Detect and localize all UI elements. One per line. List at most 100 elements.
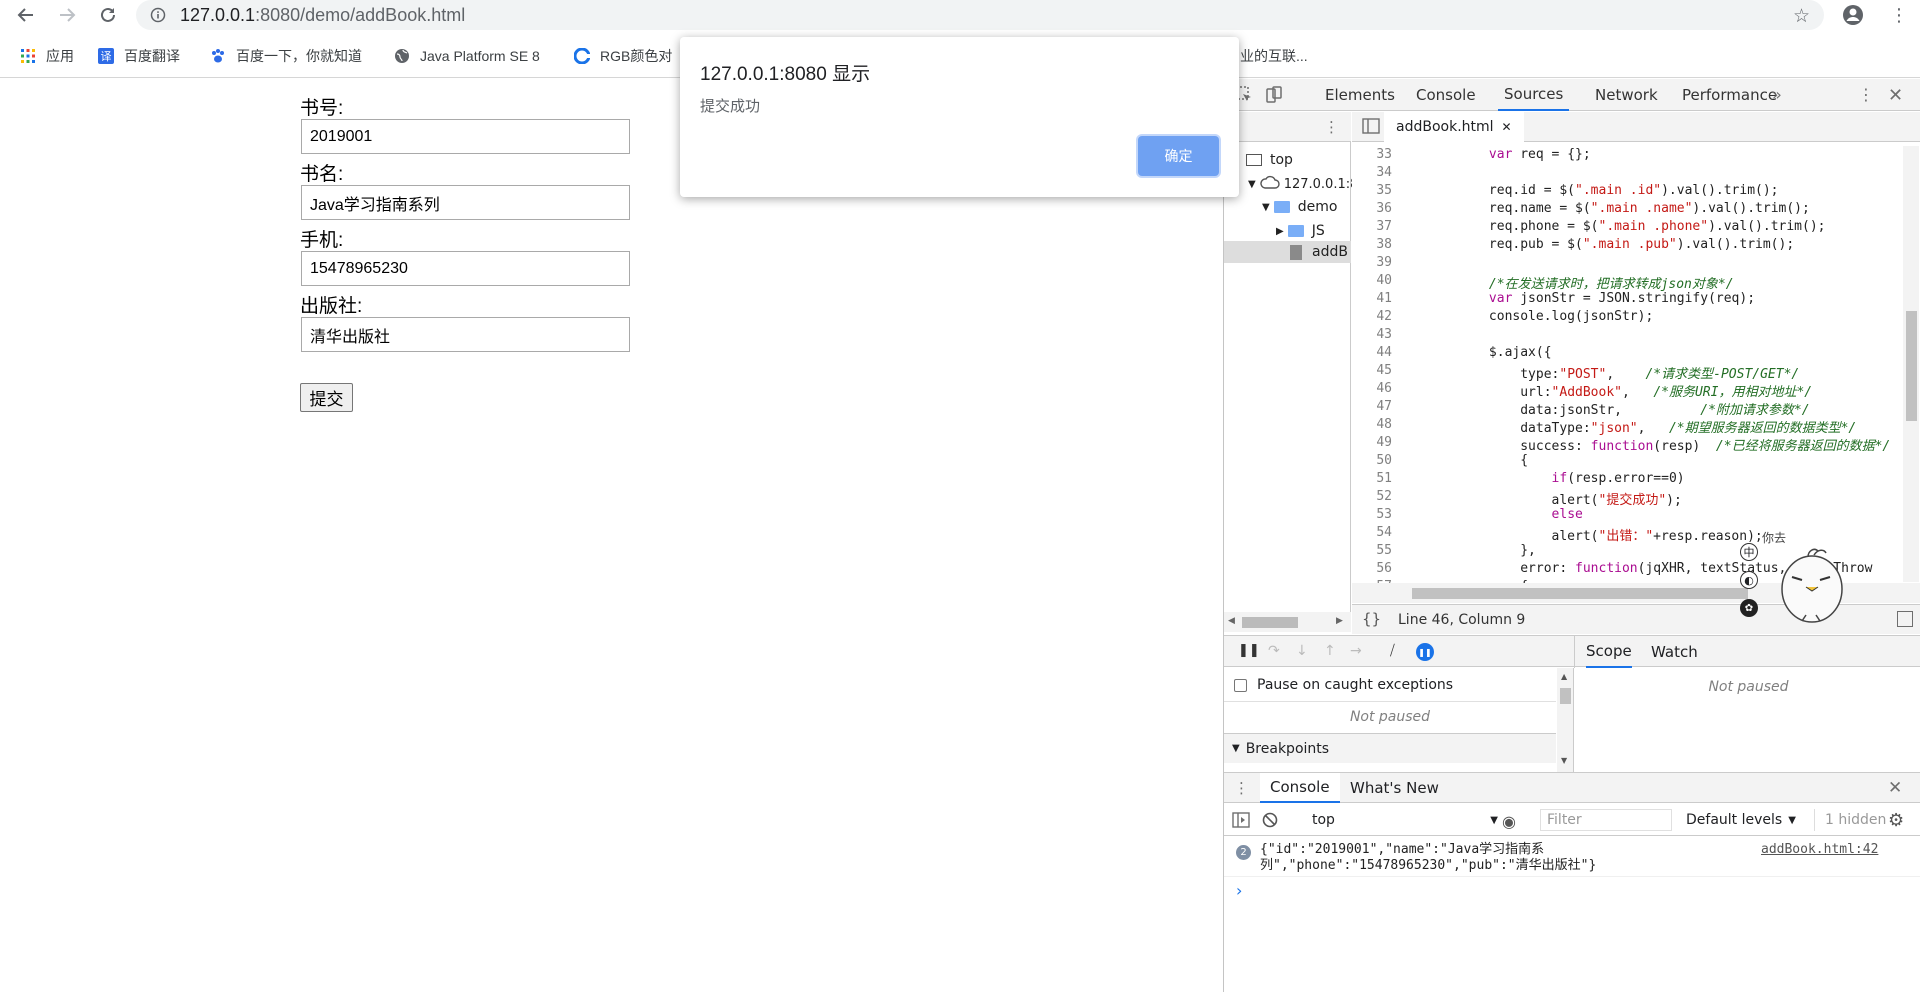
code-line[interactable]: success: function(resp) /*已经将服务器返回的数据*/ [1395, 435, 1890, 454]
editor-tab-addbook[interactable]: addBook.html ✕ [1384, 112, 1524, 142]
tab-scope[interactable]: Scope [1586, 636, 1632, 668]
console-settings-gear-icon[interactable]: ⚙ [1888, 810, 1904, 831]
tab-sources[interactable]: Sources [1498, 79, 1570, 111]
line-number[interactable]: 46 [1352, 381, 1392, 396]
scroll-thumb[interactable] [1242, 617, 1298, 628]
drawer-tab-console[interactable]: Console [1260, 773, 1340, 803]
tab-performance[interactable]: Performance [1682, 79, 1777, 111]
line-number[interactable]: 56 [1352, 561, 1392, 576]
line-number[interactable]: 50 [1352, 453, 1392, 468]
line-number[interactable]: 52 [1352, 489, 1392, 504]
address-bar[interactable]: 127.0.0.1:8080/demo/addBook.html ☆ [136, 0, 1824, 30]
line-number[interactable]: 38 [1352, 237, 1392, 252]
filter-input[interactable]: Filter [1540, 809, 1672, 831]
line-number[interactable]: 41 [1352, 291, 1392, 306]
line-number[interactable]: 53 [1352, 507, 1392, 522]
bookmark-truncated[interactable]: 业的互联... [1240, 42, 1308, 70]
eye-icon[interactable]: ◉ [1502, 812, 1516, 831]
menu-kebab-icon[interactable]: ⋮ [1886, 2, 1912, 28]
device-toolbar-icon[interactable] [1264, 85, 1284, 105]
step-into-icon[interactable]: ↓ [1296, 643, 1308, 659]
bookmark-baidu-translate[interactable]: 译百度翻译 [98, 42, 180, 70]
line-number[interactable]: 44 [1352, 345, 1392, 360]
pause-on-exceptions-icon[interactable]: ❚❚ [1416, 643, 1434, 661]
line-number[interactable]: 55 [1352, 543, 1392, 558]
code-line[interactable]: type:"POST", /*请求类型-POST/GET*/ [1395, 363, 1799, 382]
book-name-input[interactable]: Java学习指南系列 [301, 185, 630, 220]
context-select[interactable]: top ▼ [1312, 809, 1502, 831]
tree-item-host[interactable]: ▼ 127.0.0.1:8 [1248, 175, 1358, 193]
tree-item-js[interactable]: ▶ JS [1276, 223, 1325, 239]
mascot-sticker[interactable]: 你去 中 ◐ ✿ [1740, 529, 1912, 639]
line-number[interactable]: 39 [1352, 255, 1392, 270]
tab-elements[interactable]: Elements [1325, 79, 1395, 111]
bookmark-rgb[interactable]: RGB颜色对 [574, 42, 672, 70]
left-pane-vscroll[interactable]: ▲ ▼ [1557, 668, 1573, 772]
publisher-input[interactable]: 清华出版社 [301, 317, 630, 352]
code-line[interactable]: alert("提交成功"); [1395, 489, 1682, 508]
code-line[interactable]: var jsonStr = JSON.stringify(req); [1395, 291, 1755, 306]
code-line[interactable]: if(resp.error==0) [1395, 471, 1685, 486]
line-number[interactable]: 43 [1352, 327, 1392, 342]
line-number[interactable]: 48 [1352, 417, 1392, 432]
phone-input[interactable]: 15478965230 [301, 251, 630, 286]
reload-icon[interactable] [95, 2, 121, 28]
line-number[interactable]: 49 [1352, 435, 1392, 450]
code-line[interactable]: var req = {}; [1395, 147, 1591, 162]
code-line[interactable]: dataType:"json", /*期望服务器返回的数据类型*/ [1395, 417, 1856, 436]
book-id-input[interactable]: 2019001 [301, 119, 630, 154]
show-sidebar-icon[interactable] [1232, 812, 1250, 828]
tree-item-top[interactable]: top [1246, 152, 1293, 168]
tab-network[interactable]: Network [1595, 79, 1658, 111]
clear-console-icon[interactable] [1262, 812, 1278, 828]
scroll-thumb[interactable] [1560, 688, 1571, 704]
tree-item-demo[interactable]: ▼ demo [1262, 199, 1337, 215]
step-icon[interactable]: → [1350, 643, 1362, 659]
alert-ok-button[interactable]: 确定 [1138, 136, 1219, 176]
bookmark-apps[interactable]: 应用 [20, 42, 74, 70]
code-line[interactable]: alert("出错："+resp.reason); [1395, 525, 1763, 544]
code-line[interactable]: req.phone = $(".main .phone").val().trim… [1395, 219, 1826, 234]
scroll-right-icon[interactable]: ▶ [1336, 616, 1343, 626]
line-number[interactable]: 40 [1352, 273, 1392, 288]
line-number[interactable]: 42 [1352, 309, 1392, 324]
pause-caught-checkbox[interactable] [1234, 678, 1247, 692]
pause-caught-row[interactable]: Pause on caught exceptions [1234, 677, 1453, 693]
close-drawer-icon[interactable]: ✕ [1888, 778, 1902, 798]
info-icon[interactable] [150, 7, 166, 27]
code-line[interactable]: { [1395, 453, 1528, 468]
deactivate-breakpoints-icon[interactable]: ⧸ [1390, 643, 1395, 659]
code-line[interactable]: $.ajax({ [1395, 345, 1552, 360]
tab-console[interactable]: Console [1416, 79, 1476, 111]
code-line[interactable]: req.name = $(".main .name").val().trim()… [1395, 201, 1810, 216]
breakpoints-section[interactable]: ▼ Breakpoints [1224, 733, 1556, 763]
pause-icon[interactable]: ❚❚ [1238, 643, 1260, 658]
back-icon[interactable] [13, 2, 39, 28]
line-number[interactable]: 35 [1352, 183, 1392, 198]
code-line[interactable]: }, [1395, 543, 1536, 558]
line-number[interactable]: 51 [1352, 471, 1392, 486]
line-number[interactable]: 45 [1352, 363, 1392, 378]
tab-watch[interactable]: Watch [1651, 636, 1698, 668]
log-source-link[interactable]: addBook.html:42 [1761, 842, 1878, 857]
moon-icon[interactable]: ◐ [1740, 571, 1758, 589]
drawer-tab-whats-new[interactable]: What's New [1350, 773, 1439, 803]
submit-button[interactable]: 提交 [300, 383, 353, 412]
line-number[interactable]: 37 [1352, 219, 1392, 234]
devtools-menu-icon[interactable]: ⋮ [1858, 85, 1874, 104]
bookmark-baidu[interactable]: 百度一下，你就知道 [210, 42, 362, 70]
settings-icon[interactable]: ✿ [1740, 599, 1758, 617]
drawer-menu-icon[interactable]: ⋮ [1234, 779, 1249, 797]
code-line[interactable]: req.pub = $(".main .pub").val().trim(); [1395, 237, 1794, 252]
console-prompt[interactable]: › [1236, 881, 1242, 900]
navigator-hscroll[interactable]: ◀ ▶ [1224, 612, 1351, 632]
log-levels-select[interactable]: Default levels ▼ [1686, 809, 1796, 831]
code-line[interactable]: req.id = $(".main .id").val().trim(); [1395, 183, 1779, 198]
scroll-left-icon[interactable]: ◀ [1228, 616, 1235, 626]
vscroll-thumb[interactable] [1906, 311, 1917, 421]
code-line[interactable]: url:"AddBook", /*服务URI，用相对地址*/ [1395, 381, 1812, 400]
more-tabs-icon[interactable]: » [1772, 85, 1782, 104]
close-devtools-icon[interactable]: ✕ [1888, 85, 1903, 106]
bookmark-java-platform[interactable]: Java Platform SE 8 [394, 42, 540, 70]
toggle-navigator-icon[interactable] [1362, 118, 1380, 134]
